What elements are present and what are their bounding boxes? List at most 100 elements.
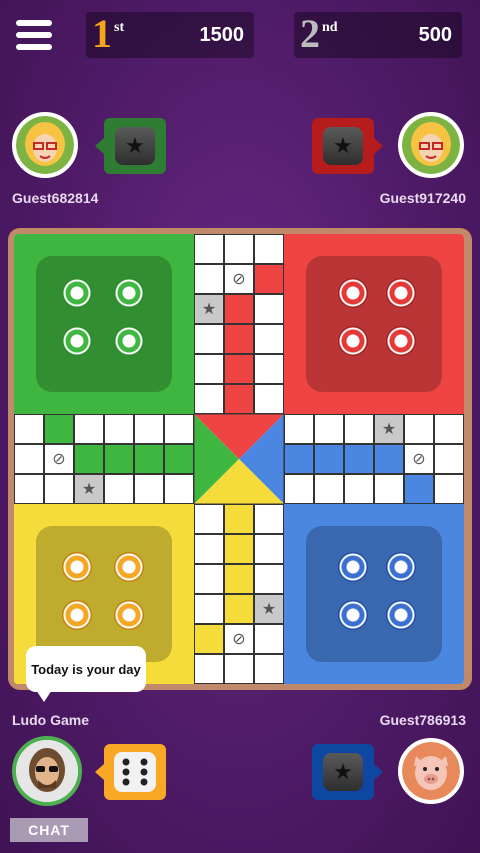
board-cell (194, 354, 224, 384)
board-cell (284, 414, 314, 444)
player-avatar-top-right[interactable] (398, 112, 464, 178)
board-cell (374, 474, 404, 504)
rank-first-panel: 1st 1500 (86, 11, 254, 58)
yellow-token[interactable] (62, 552, 92, 582)
red-home-path-cell (224, 294, 254, 324)
board-cell (134, 414, 164, 444)
chat-bubble: Today is your day (26, 646, 146, 702)
board-cell (254, 354, 284, 384)
no-entry-icon: ⊘ (232, 631, 246, 648)
board-cell (194, 264, 224, 294)
player-name-top-right: Guest917240 (379, 190, 466, 206)
board-cell (104, 414, 134, 444)
board-cell (14, 444, 44, 474)
player-avatar-top-left[interactable] (12, 112, 78, 178)
green-home-path-cell (104, 444, 134, 474)
board-cell (344, 474, 374, 504)
board-cell (194, 594, 224, 624)
board-cell (254, 294, 284, 324)
red-token[interactable] (386, 326, 416, 356)
red-token[interactable] (386, 278, 416, 308)
red-token[interactable] (338, 326, 368, 356)
blue-token[interactable] (386, 552, 416, 582)
yellow-token[interactable] (114, 600, 144, 630)
safe-cell: ★ (254, 594, 284, 624)
board-cell (194, 234, 224, 264)
no-entry-icon: ⊘ (412, 451, 426, 468)
board-cell (104, 474, 134, 504)
board-cell (434, 444, 464, 474)
no-entry-icon: ⊘ (232, 271, 246, 288)
board-cell (194, 654, 224, 684)
board-cell (314, 474, 344, 504)
green-token[interactable] (62, 326, 92, 356)
blue-home-base (284, 504, 464, 684)
blue-start-cell (404, 474, 434, 504)
board-cell (254, 654, 284, 684)
rank-first-score: 1500 (199, 24, 245, 46)
player-name-bottom-right: Guest786913 (379, 712, 466, 728)
blue-home-path-cell (374, 444, 404, 474)
blue-token[interactable] (338, 600, 368, 630)
board-cell (194, 534, 224, 564)
red-token[interactable] (338, 278, 368, 308)
board-cell (344, 414, 374, 444)
rank-second-score: 500 (418, 24, 452, 46)
safe-cell: ★ (194, 294, 224, 324)
yellow-home-path-cell (224, 564, 254, 594)
board-cell (284, 474, 314, 504)
player-name-top-left: Guest682814 (12, 190, 99, 206)
menu-button[interactable] (16, 20, 52, 50)
no-entry-icon: ⊘ (52, 451, 66, 468)
chat-button[interactable]: CHAT (10, 818, 88, 842)
board-cell (434, 474, 464, 504)
blonde-woman-glasses-avatar (402, 116, 460, 174)
board-cell (254, 534, 284, 564)
safe-cell: ★ (74, 474, 104, 504)
dice-top-right[interactable]: ★ (312, 118, 383, 174)
board-cell (164, 474, 194, 504)
yellow-token[interactable] (114, 552, 144, 582)
red-home-path-cell (224, 354, 254, 384)
safe-star-icon: ★ (261, 601, 277, 618)
red-home-base (284, 234, 464, 414)
player-name-bottom-left: Ludo Game (12, 712, 90, 728)
rank-second-panel: 2nd 500 (294, 11, 462, 58)
green-home-path-cell (74, 444, 104, 474)
board-cell (194, 564, 224, 594)
board-cell (194, 384, 224, 414)
green-token[interactable] (114, 326, 144, 356)
red-home-path-cell (224, 384, 254, 414)
dice-top-left[interactable]: ★ (95, 118, 166, 174)
blue-token[interactable] (386, 600, 416, 630)
green-token[interactable] (114, 278, 144, 308)
board-cell (254, 234, 284, 264)
player-avatar-bottom-right[interactable] (398, 738, 464, 804)
dice-bottom-left[interactable] (95, 744, 166, 800)
board-cell (134, 474, 164, 504)
board-cell (14, 474, 44, 504)
board-cell (164, 414, 194, 444)
board-cell (254, 384, 284, 414)
yellow-token[interactable] (62, 600, 92, 630)
man-sunglasses-avatar (16, 740, 78, 802)
board-cell (434, 414, 464, 444)
rank-second-suffix: nd (322, 20, 338, 35)
rank-second-number: 2 (300, 11, 320, 56)
safe-cell: ★ (374, 414, 404, 444)
pig-avatar (402, 742, 460, 800)
board-cell: ⊘ (404, 444, 434, 474)
star-icon: ★ (323, 127, 363, 165)
ludo-board: ⊘ ★ ★ ⊘ ⊘ ★ ★ ⊘ (14, 234, 464, 684)
green-token[interactable] (62, 278, 92, 308)
board-cell (224, 654, 254, 684)
yellow-home-path-cell (224, 534, 254, 564)
player-avatar-bottom-left[interactable] (12, 736, 82, 806)
green-start-cell (44, 414, 74, 444)
star-icon: ★ (323, 753, 363, 791)
dice-bottom-right[interactable]: ★ (312, 744, 383, 800)
blue-token[interactable] (338, 552, 368, 582)
board-cell (194, 504, 224, 534)
blonde-woman-glasses-avatar (16, 116, 74, 174)
green-home-path-cell (164, 444, 194, 474)
